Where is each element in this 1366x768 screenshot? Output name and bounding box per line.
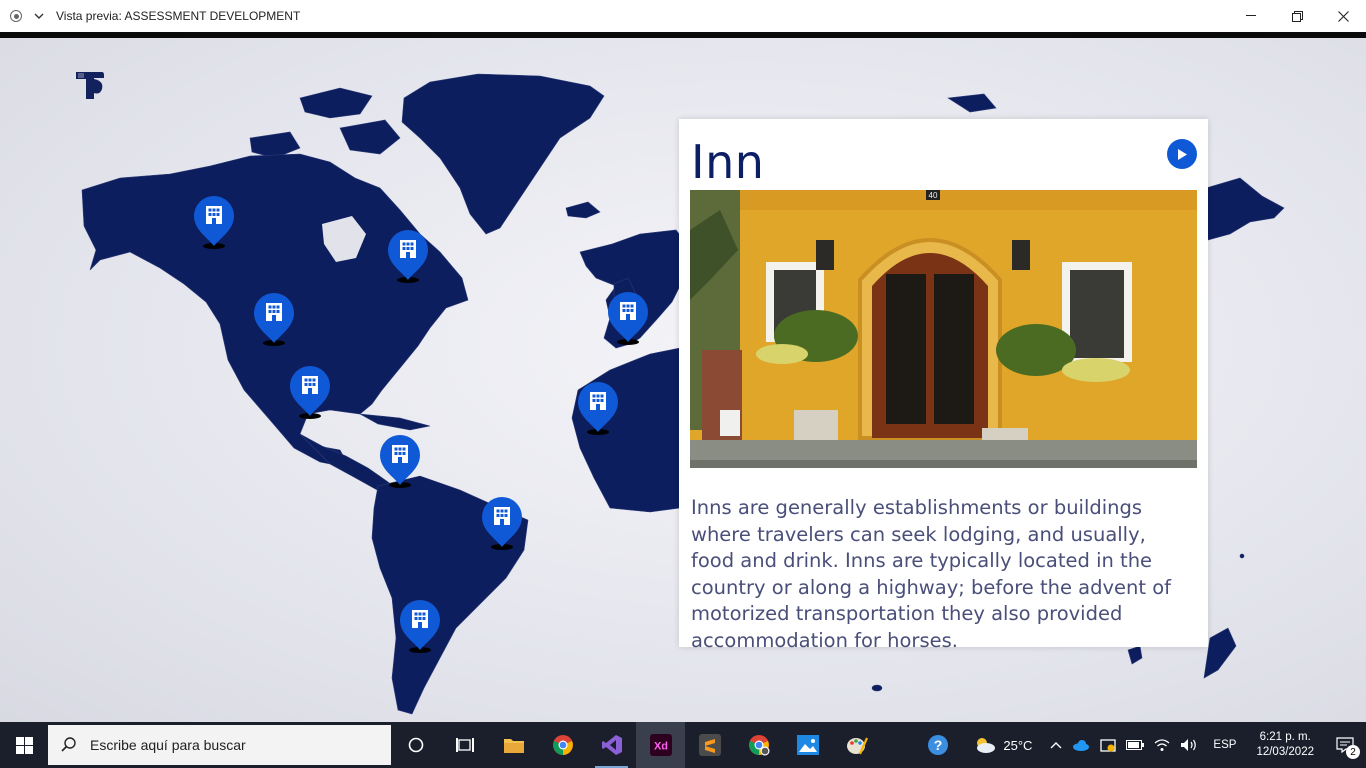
language-indicator[interactable]: ESP — [1203, 739, 1246, 751]
visual-studio-icon[interactable] — [587, 722, 636, 768]
task-view-icon[interactable] — [440, 722, 489, 768]
map-pin-cabin[interactable] — [398, 598, 442, 656]
taskbar: Escribe aquí para buscar Xd ? 25°C ESP 6… — [0, 722, 1366, 768]
play-icon — [1178, 148, 1187, 160]
card-title: Inn — [691, 135, 765, 189]
notification-count-badge: 2 — [1346, 745, 1360, 759]
weather-widget[interactable]: 25°C — [968, 736, 1037, 754]
battery-icon[interactable] — [1121, 740, 1149, 750]
photo-sign: 40 — [929, 191, 938, 200]
adobe-xd-icon[interactable]: Xd — [636, 722, 685, 768]
map-pin-bnb[interactable] — [606, 290, 650, 348]
map-pin-lodge[interactable] — [480, 495, 524, 553]
chrome-profile-icon[interactable] — [734, 722, 783, 768]
restore-button[interactable] — [1274, 0, 1320, 32]
map-pin-inn[interactable] — [192, 194, 236, 252]
window-title: Vista previa: ASSESSMENT DEVELOPMENT — [56, 9, 301, 23]
svg-text:Xd: Xd — [653, 741, 667, 753]
notifications-button[interactable]: 2 — [1324, 737, 1366, 759]
minimize-button[interactable] — [1228, 0, 1274, 32]
card-description: Inns are generally establishments or bui… — [691, 496, 1172, 652]
search-icon — [61, 737, 76, 752]
map-pin-hotel[interactable] — [386, 228, 430, 286]
close-button[interactable] — [1320, 0, 1366, 32]
help-icon[interactable]: ? — [922, 734, 954, 756]
map-pin-resort[interactable] — [288, 364, 332, 422]
map-pin-guesthouse[interactable] — [576, 380, 620, 438]
security-icon[interactable] — [1095, 737, 1121, 753]
volume-icon[interactable] — [1175, 738, 1203, 752]
map-stage: Inn 40 Inns are generally establishments… — [0, 38, 1366, 722]
sublime-text-icon[interactable] — [685, 722, 734, 768]
info-card: Inn 40 Inns are generally establishments… — [679, 119, 1208, 652]
record-icon[interactable] — [10, 10, 22, 22]
system-tray: ? 25°C ESP 6:21 p. m. 12/03/2022 2 — [922, 722, 1366, 768]
windows-icon — [15, 736, 33, 754]
file-explorer-icon[interactable] — [489, 722, 538, 768]
chevron-up-icon[interactable] — [1045, 741, 1067, 749]
windows-start-button[interactable] — [0, 722, 48, 768]
clock[interactable]: 6:21 p. m. 12/03/2022 — [1246, 730, 1324, 760]
photos-icon[interactable] — [783, 722, 832, 768]
clock-time: 6:21 p. m. — [1259, 731, 1311, 743]
window-titlebar: Vista previa: ASSESSMENT DEVELOPMENT — [0, 0, 1366, 32]
inn-photo: 40 — [690, 190, 1197, 468]
svg-text:?: ? — [934, 737, 943, 753]
clock-date: 12/03/2022 — [1256, 746, 1314, 758]
map-pin-motel[interactable] — [252, 291, 296, 349]
weather-cloud-icon — [977, 738, 996, 753]
weather-temperature: 25°C — [1003, 737, 1033, 753]
onedrive-icon[interactable] — [1067, 739, 1095, 751]
map-pin-hostel[interactable] — [378, 433, 422, 491]
play-audio-button[interactable] — [1167, 139, 1197, 169]
paint-icon[interactable] — [832, 722, 881, 768]
cortana-icon[interactable] — [391, 722, 440, 768]
chrome-icon[interactable] — [538, 722, 587, 768]
brand-logo — [76, 72, 104, 99]
taskbar-search-box[interactable]: Escribe aquí para buscar — [48, 725, 391, 765]
wifi-icon[interactable] — [1149, 738, 1175, 752]
chevron-down-icon[interactable] — [32, 9, 46, 23]
search-placeholder: Escribe aquí para buscar — [90, 737, 246, 753]
